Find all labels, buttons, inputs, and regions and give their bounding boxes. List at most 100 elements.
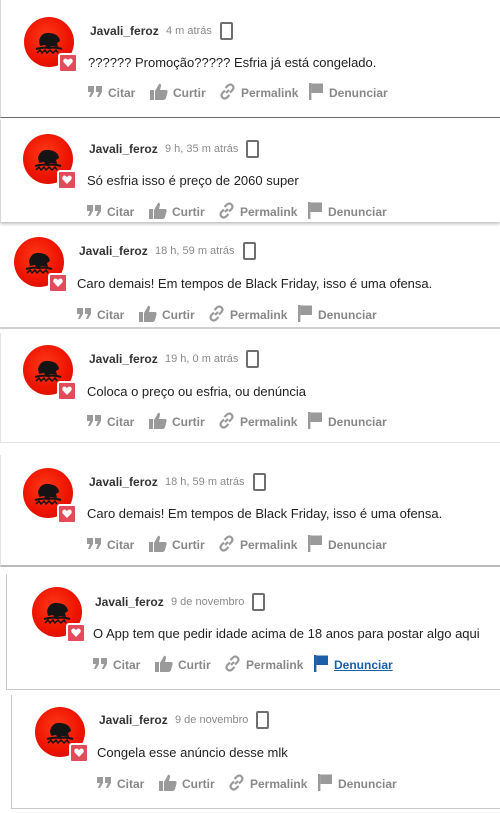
cite-button[interactable]: Citar [97,775,144,793]
smartphone-icon [220,22,233,40]
comment-text: O App tem que pedir idade acima de 18 an… [93,626,480,641]
report-button[interactable]: Denunciar [308,412,387,432]
cite-button[interactable]: Citar [87,203,134,221]
permalink-button[interactable]: Permalink [218,202,297,222]
flag-icon [308,535,323,555]
report-label: Denunciar [318,308,377,322]
permalink-button[interactable]: Permalink [228,774,307,794]
heart-badge-icon [69,743,89,763]
heart-badge-icon [57,170,77,190]
flag-icon [308,412,323,432]
cite-button[interactable]: Citar [88,84,135,102]
thumbs-up-icon [150,83,168,103]
comment-author[interactable]: Javali_feroz [89,142,158,156]
comment-card: Javali_feroz 4 m atrás ?????? Promoção????… [0,0,500,118]
permalink-button[interactable]: Permalink [224,655,304,675]
report-button[interactable]: Denunciar [314,655,393,675]
report-label: Denunciar [329,86,388,100]
heart-badge-icon [58,53,78,73]
thumbs-up-icon [139,305,157,325]
smartphone-icon [256,711,269,729]
report-button[interactable]: Denunciar [318,774,397,794]
heart-badge-icon [48,273,68,293]
permalink-button[interactable]: Permalink [218,412,297,432]
comment-author[interactable]: Javali_feroz [79,244,148,258]
report-button[interactable]: Denunciar [298,305,377,324]
permalink-button[interactable]: Permalink [208,305,287,324]
heart-badge-icon [57,381,77,401]
cite-label: Citar [113,658,141,672]
permalink-label: Permalink [240,538,298,552]
report-label: Denunciar [328,205,387,219]
link-icon [218,412,235,432]
cite-button[interactable]: Citar [87,413,134,431]
cite-label: Citar [97,308,125,322]
like-label: Curtir [172,415,205,429]
like-button[interactable]: Curtir [150,83,206,103]
like-button[interactable]: Curtir [149,202,205,221]
report-label: Denunciar [328,538,387,552]
flag-icon [318,774,333,794]
smartphone-icon [243,242,256,260]
comment-timestamp: 19 h, 0 m atrás [165,353,239,365]
comment-author[interactable]: Javali_feroz [99,713,168,727]
permalink-button[interactable]: Permalink [218,535,298,555]
like-label: Curtir [182,777,215,791]
cite-label: Citar [107,538,135,552]
like-button[interactable]: Curtir [155,655,211,675]
cite-label: Citar [117,777,145,791]
flag-icon [314,655,329,675]
like-button[interactable]: Curtir [149,412,205,431]
smartphone-icon [246,350,259,368]
like-button[interactable]: Curtir [149,535,205,554]
quote-icon [97,776,112,792]
permalink-label: Permalink [246,658,304,672]
cite-button[interactable]: Citar [87,536,134,554]
permalink-button[interactable]: Permalink [219,83,299,102]
comment-author[interactable]: Javali_feroz [95,595,164,609]
report-label: Denunciar [338,777,397,791]
comment-card: Javali_feroz 18 h, 59 m atrás Caro demais!… [0,455,500,567]
comment-timestamp: 9 de novembro [171,596,245,608]
link-icon [218,535,235,555]
like-label: Curtir [172,538,205,552]
report-label: Denunciar [334,658,393,672]
cite-button[interactable]: Citar [93,656,140,674]
link-icon [228,774,245,794]
link-icon [218,202,235,222]
comment-author[interactable]: Javali_feroz [90,24,159,38]
like-button[interactable]: Curtir [159,774,215,794]
comment-author[interactable]: Javali_feroz [89,475,158,489]
report-button[interactable]: Denunciar [308,202,387,221]
comment-text: ?????? Promoção????? Esfria já está cong… [88,55,377,70]
comment-card: Javali_feroz 19 h, 0 m atrás Coloca o preç… [0,333,500,443]
permalink-label: Permalink [241,86,299,100]
quote-icon [88,85,103,101]
comment-timestamp: 9 h, 35 m atrás [165,143,239,155]
cite-button[interactable]: Citar [77,306,124,324]
link-icon [224,655,241,675]
comment-text: Coloca o preço ou esfria, ou denúncia [87,384,306,399]
flag-icon [309,83,324,103]
cite-label: Citar [108,86,136,100]
comment-card: Javali_feroz 9 de novembro Congela esse an… [11,695,500,809]
heart-badge-icon [57,504,77,524]
like-button[interactable]: Curtir [139,305,195,325]
report-button[interactable]: Denunciar [309,83,388,103]
like-label: Curtir [178,658,211,672]
comment-author[interactable]: Javali_feroz [89,352,158,366]
thumbs-up-icon [159,774,177,794]
like-label: Curtir [162,308,195,322]
quote-icon [93,657,108,673]
smartphone-icon [252,593,265,611]
heart-badge-icon [66,623,86,643]
comment-text: Congela esse anúncio desse mlk [97,745,288,760]
comment-card: Javali_feroz 9 h, 35 m atrás Só esfria iss… [0,120,500,222]
thumbs-up-icon [155,655,173,675]
comment-text: Só esfria isso é preço de 2060 super [87,173,299,188]
smartphone-icon [246,140,259,158]
comment-text: Caro demais! Em tempos de Black Friday, … [77,276,433,291]
comment-card: Javali_feroz 18 h, 59 m atrás Caro demais!… [0,227,500,329]
report-button[interactable]: Denunciar [308,535,387,555]
quote-icon [87,537,102,553]
